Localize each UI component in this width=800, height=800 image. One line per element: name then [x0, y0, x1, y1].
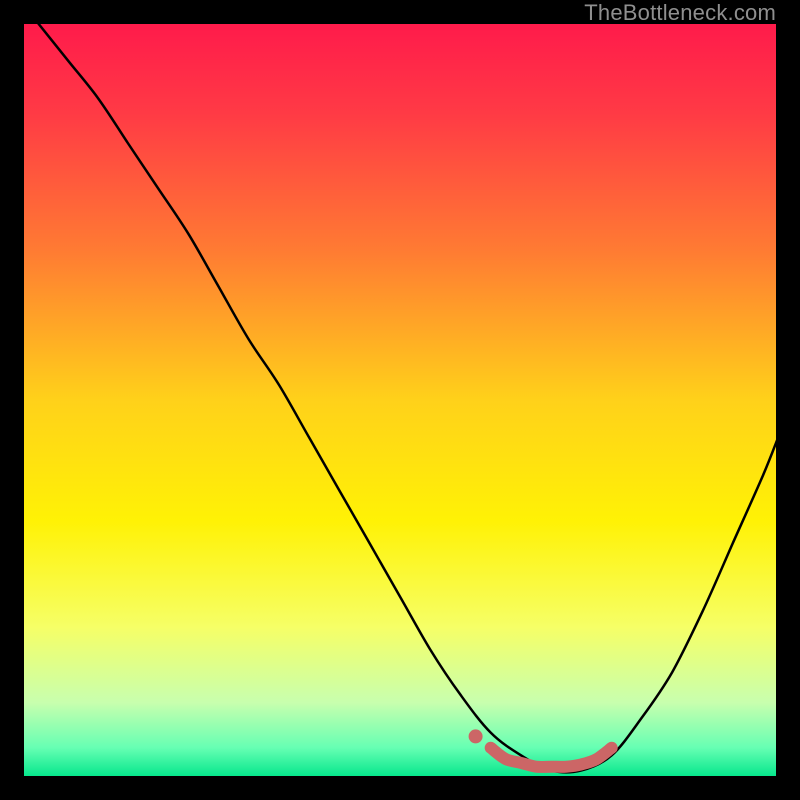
gradient-background [22, 22, 778, 778]
chart-frame [22, 22, 778, 778]
chart-canvas [22, 22, 778, 778]
optimal-start-dot [469, 729, 483, 743]
